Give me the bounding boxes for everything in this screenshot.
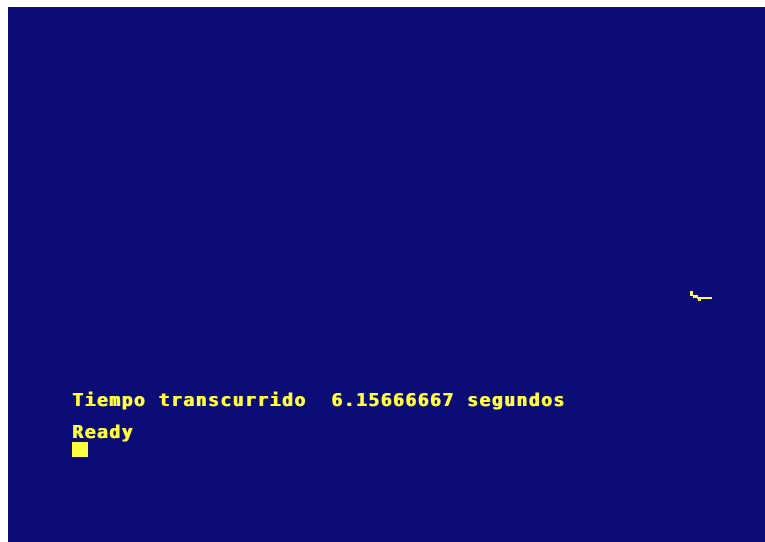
text-cursor[interactable]	[72, 442, 88, 457]
elapsed-value: 6.15666667	[331, 390, 455, 411]
ready-prompt: Ready	[72, 422, 134, 443]
emulator-screen: Tiempo transcurrido 6.15666667 segundos …	[8, 7, 765, 542]
elapsed-time-line: Tiempo transcurrido 6.15666667 segundos	[72, 392, 566, 410]
elapsed-unit: segundos	[466, 390, 566, 411]
elapsed-label: Tiempo transcurrido	[72, 390, 307, 411]
sprite-icon	[690, 291, 712, 301]
